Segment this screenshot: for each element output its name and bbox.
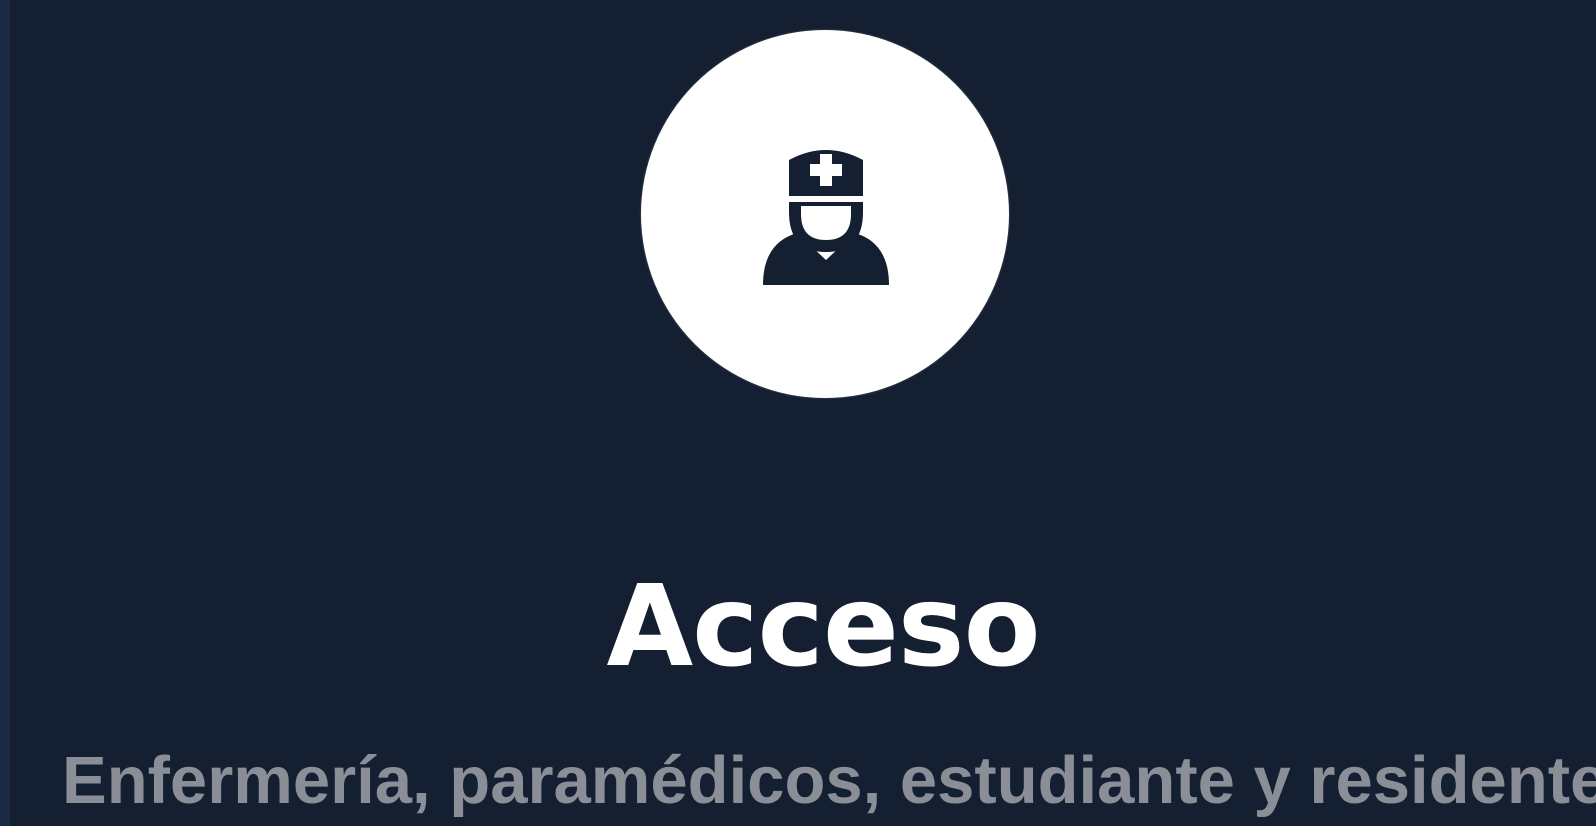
doctor-icon	[763, 150, 889, 285]
left-edge-strip	[0, 0, 10, 826]
access-card[interactable]: Acceso Enfermería, paramédicos, estudian…	[10, 0, 1596, 826]
card-title: Acceso	[606, 562, 1040, 692]
card-subtitle: Enfermería, paramédicos, estudiante y re…	[62, 743, 1596, 818]
page: Acceso Enfermería, paramédicos, estudian…	[0, 0, 1596, 826]
avatar-circle[interactable]	[641, 30, 1009, 398]
